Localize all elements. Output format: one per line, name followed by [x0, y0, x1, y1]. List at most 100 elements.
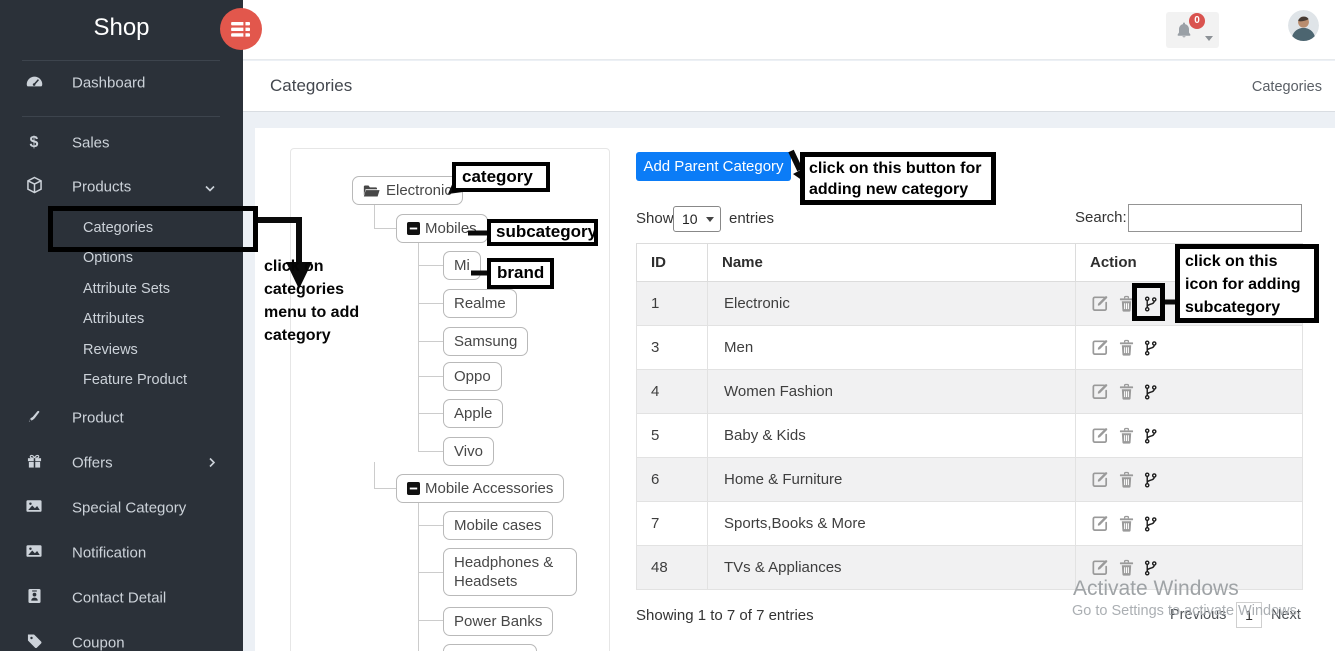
product-icon — [24, 409, 44, 428]
tree-node-label: Mobiles — [425, 219, 477, 238]
cell-action — [1076, 326, 1303, 370]
cell-name: Men — [708, 326, 1076, 370]
sidebar-item-coupon[interactable]: Coupon — [0, 628, 243, 651]
sidebar-item-sales[interactable]: $ Sales — [0, 128, 243, 158]
sidebar-item-contact-detail[interactable]: Contact Detail — [0, 583, 243, 613]
trash-icon[interactable] — [1119, 427, 1134, 445]
code-branch-icon[interactable] — [1143, 427, 1158, 445]
caret-down-icon — [1205, 28, 1213, 46]
tree-node-mi[interactable]: Mi — [443, 251, 481, 280]
tree-node-realme[interactable]: Realme — [443, 289, 517, 318]
divider — [22, 116, 220, 117]
tree-node-vivo[interactable]: Vivo — [443, 437, 494, 466]
tree-node-label: Vivo — [454, 442, 483, 461]
notification-badge: 0 — [1189, 13, 1205, 29]
bars-icon — [231, 21, 252, 38]
tree-connector — [374, 488, 396, 489]
tree-connector — [418, 242, 419, 452]
pagination-previous[interactable]: Previous — [1170, 607, 1226, 623]
tree-connector — [374, 228, 396, 229]
code-branch-icon[interactable] — [1143, 515, 1158, 533]
annotation-subcategory-label: subcategory — [487, 219, 598, 246]
annotation-add-button-note: click on this button for adding new cate… — [800, 152, 996, 205]
dollar-icon: $ — [24, 134, 44, 152]
tree-node-label: Oppo — [454, 367, 491, 386]
tree-node-mobile-accessories[interactable]: Mobile Accessories — [396, 474, 564, 503]
tree-node-electronic[interactable]: Electronic — [352, 176, 463, 205]
tree-node-mobile-cases[interactable]: Mobile cases — [443, 511, 553, 540]
code-branch-icon[interactable] — [1143, 471, 1158, 489]
pagination-next[interactable]: Next — [1271, 607, 1301, 623]
sidebar-item-products[interactable]: Products — [0, 172, 243, 202]
cell-id: 3 — [637, 326, 708, 370]
tree-connector — [418, 572, 443, 573]
tree-node-apple[interactable]: Apple — [443, 399, 503, 428]
sidebar-item-product[interactable]: Product — [0, 403, 243, 433]
sidebar-item-attribute-sets[interactable]: Attribute Sets — [0, 274, 243, 304]
add-parent-category-button[interactable]: Add Parent Category — [636, 152, 791, 181]
table-row: 48TVs & Appliances — [637, 546, 1303, 590]
caret-down-icon — [706, 217, 714, 222]
tree-connector — [374, 462, 375, 489]
code-branch-icon[interactable] — [1143, 339, 1158, 357]
tree-node-headphones-headsets[interactable]: Headphones & Headsets — [443, 548, 577, 596]
code-branch-icon[interactable] — [1143, 383, 1158, 401]
cell-name: Women Fashion — [708, 370, 1076, 414]
sidebar-item-feature-product[interactable]: Feature Product — [0, 365, 243, 395]
edit-icon[interactable] — [1090, 514, 1110, 533]
edit-icon[interactable] — [1090, 382, 1110, 401]
edit-icon[interactable] — [1090, 294, 1110, 313]
edit-icon[interactable] — [1090, 426, 1110, 445]
sidebar: Shop Dashboard $ Sales Products Categori… — [0, 0, 243, 651]
avatar[interactable] — [1288, 10, 1319, 41]
search-input[interactable] — [1128, 204, 1302, 232]
edit-icon[interactable] — [1090, 338, 1110, 357]
breadcrumb: Categories — [1252, 79, 1322, 95]
tree-node-partial[interactable] — [443, 644, 537, 651]
pagination-page-1[interactable]: 1 — [1236, 602, 1262, 628]
cell-name: Sports,Books & More — [708, 502, 1076, 546]
sidebar-item-attributes[interactable]: Attributes — [0, 304, 243, 334]
tree-node-samsung[interactable]: Samsung — [443, 327, 528, 356]
app-title: Shop — [0, 14, 243, 42]
tree-connector — [418, 376, 443, 377]
tree-node-mobiles[interactable]: Mobiles — [396, 214, 488, 243]
id-card-icon — [24, 589, 44, 608]
cell-name: Home & Furniture — [708, 458, 1076, 502]
table-row: 3Men — [637, 326, 1303, 370]
code-branch-icon[interactable] — [1143, 559, 1158, 577]
cell-id: 5 — [637, 414, 708, 458]
tree-connector — [418, 451, 443, 452]
tree-node-power-banks[interactable]: Power Banks — [443, 607, 553, 636]
trash-icon[interactable] — [1119, 339, 1134, 357]
table-info: Showing 1 to 7 of 7 entries — [636, 607, 814, 624]
tree-connector — [418, 303, 443, 304]
table-row: 4Women Fashion — [637, 370, 1303, 414]
page-length-select[interactable]: 10 — [673, 206, 721, 232]
tree-connector — [418, 413, 443, 414]
trash-icon[interactable] — [1119, 515, 1134, 533]
sidebar-item-notification[interactable]: Notification — [0, 538, 243, 568]
edit-icon[interactable] — [1090, 558, 1110, 577]
show-label: Show — [636, 206, 674, 232]
sidebar-item-special-category[interactable]: Special Category — [0, 493, 243, 523]
gift-icon — [24, 454, 44, 473]
trash-icon[interactable] — [1119, 383, 1134, 401]
trash-icon[interactable] — [1119, 559, 1134, 577]
tag-icon — [24, 634, 44, 651]
trash-icon[interactable] — [1119, 471, 1134, 489]
dashboard-icon — [24, 75, 44, 92]
notifications-button[interactable]: 0 — [1166, 12, 1219, 48]
edit-icon[interactable] — [1090, 470, 1110, 489]
table-body: 1Electronic 3Men 4Women Fashion — [637, 282, 1303, 590]
tree-node-oppo[interactable]: Oppo — [443, 362, 502, 391]
sidebar-item-dashboard[interactable]: Dashboard — [0, 68, 243, 98]
cell-id: 4 — [637, 370, 708, 414]
sidebar-toggle-button[interactable] — [220, 8, 262, 50]
column-header-id[interactable]: ID — [637, 244, 708, 282]
image-icon — [24, 545, 44, 562]
column-header-name[interactable]: Name — [708, 244, 1076, 282]
sidebar-item-reviews[interactable]: Reviews — [0, 335, 243, 365]
sidebar-item-offers[interactable]: Offers — [0, 448, 243, 478]
cell-action — [1076, 414, 1303, 458]
